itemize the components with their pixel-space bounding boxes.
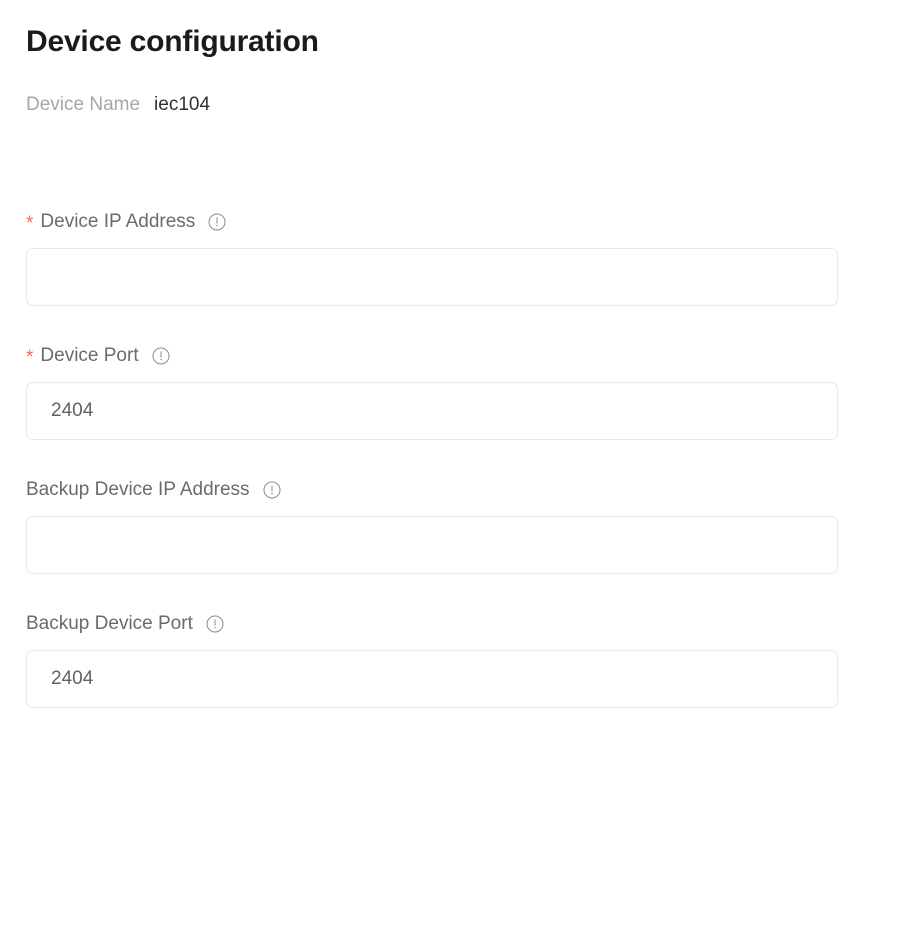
field-label-device-port: * Device Port bbox=[26, 344, 886, 368]
device-ip-address-input[interactable] bbox=[26, 248, 838, 306]
exclamation-circle-icon[interactable] bbox=[263, 481, 281, 499]
device-name-value: iec104 bbox=[154, 93, 210, 117]
backup-device-port-input[interactable] bbox=[26, 650, 838, 708]
field-label-device-ip-address: * Device IP Address bbox=[26, 210, 886, 234]
device-configuration-page: Device configuration Device Name iec104 … bbox=[0, 0, 912, 926]
backup-device-ip-address-input[interactable] bbox=[26, 516, 838, 574]
form-item-backup-device-ip-address: Backup Device IP Address bbox=[26, 478, 886, 574]
required-marker: * bbox=[26, 346, 33, 370]
device-configuration-form: * Device IP Address * Device Port bbox=[26, 210, 886, 708]
exclamation-circle-icon[interactable] bbox=[152, 347, 170, 365]
exclamation-circle-icon[interactable] bbox=[208, 213, 226, 231]
page-title: Device configuration bbox=[26, 0, 886, 62]
field-label-text: Backup Device Port bbox=[26, 612, 193, 636]
field-label-text: Backup Device IP Address bbox=[26, 478, 250, 502]
form-item-backup-device-port: Backup Device Port bbox=[26, 612, 886, 708]
device-name-label: Device Name bbox=[26, 93, 140, 117]
device-name-row: Device Name iec104 bbox=[26, 93, 886, 117]
field-label-backup-device-ip-address: Backup Device IP Address bbox=[26, 478, 886, 502]
exclamation-circle-icon[interactable] bbox=[206, 615, 224, 633]
form-item-device-port: * Device Port bbox=[26, 344, 886, 440]
field-label-text: Device IP Address bbox=[40, 210, 195, 234]
field-label-text: Device Port bbox=[40, 344, 138, 368]
required-marker: * bbox=[26, 212, 33, 236]
form-item-device-ip-address: * Device IP Address bbox=[26, 210, 886, 306]
device-port-input[interactable] bbox=[26, 382, 838, 440]
field-label-backup-device-port: Backup Device Port bbox=[26, 612, 886, 636]
